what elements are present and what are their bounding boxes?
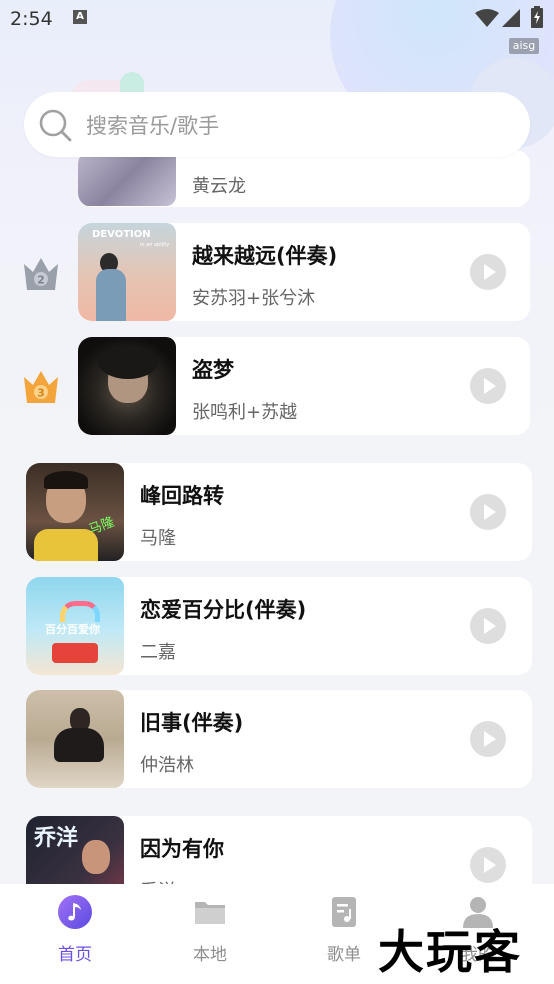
song-card[interactable]: 马隆 峰回路转 马隆 [26,463,532,561]
song-card-rank-2[interactable]: DEVOTION in an ability 越来越远(伴奏) 安苏羽+张兮沐 [78,223,530,321]
cover-text: DEVOTION [92,229,151,240]
song-artist: 张鸣利+苏越 [192,402,298,423]
battery-icon [531,6,543,28]
playlist-icon [332,897,356,927]
song-title: 旧事(伴奏) [140,711,244,735]
watermark-text: 大玩客 [378,925,522,979]
music-note-icon [58,895,92,929]
play-button[interactable] [470,721,506,757]
song-artist: 二嘉 [140,642,176,663]
song-title: 因为有你 [140,837,224,861]
song-card-partial[interactable]: 黄云龙 [78,150,530,207]
search-bar[interactable]: 搜索音乐/歌手 [24,92,530,157]
play-button[interactable] [470,254,506,290]
aisg-badge: aisg [509,38,539,54]
signal-icon [502,9,520,27]
nav-playlist[interactable]: 歌单 [304,890,384,965]
wifi-icon [475,9,499,27]
song-title: 越来越远(伴奏) [192,244,338,268]
rank-3-crown-icon: 3 [24,371,58,403]
song-artist: 马隆 [140,528,176,549]
cover-text: 百分百爱你 [45,623,100,636]
nav-local-label: 本地 [193,945,227,965]
play-button[interactable] [470,847,506,883]
song-artist: 安苏羽+张兮沐 [192,288,316,309]
rank-2-crown-icon: 2 [24,258,58,290]
cover-text: 乔洋 [34,826,79,851]
song-card[interactable]: 百分百爱你 恋爱百分比(伴奏) 二嘉 [26,577,532,675]
song-title: 峰回路转 [140,484,224,508]
song-cover: DEVOTION in an ability [78,223,176,321]
play-button[interactable] [470,494,506,530]
song-artist: 仲浩林 [140,755,194,776]
status-time: 2:54 [10,8,53,30]
song-card[interactable]: 旧事(伴奏) 仲浩林 [26,690,532,788]
song-title: 盗梦 [192,358,234,382]
song-cover [78,337,176,435]
song-cover [26,690,124,788]
search-icon [39,109,72,142]
song-card-rank-3[interactable]: 盗梦 张鸣利+苏越 [78,337,530,435]
nav-playlist-label: 歌单 [327,945,361,965]
nav-home-label: 首页 [58,945,92,965]
search-placeholder: 搜索音乐/歌手 [86,114,220,138]
rank-number: 2 [37,274,45,287]
play-button[interactable] [470,608,506,644]
nav-local[interactable]: 本地 [170,890,250,965]
notification-a-icon: A [73,10,87,24]
status-bar: 2:54 A [0,0,554,38]
song-cover: 百分百爱你 [26,577,124,675]
song-cover: 马隆 [26,463,124,561]
song-artist: 黄云龙 [192,176,246,197]
song-title: 恋爱百分比(伴奏) [140,598,307,622]
nav-home[interactable]: 首页 [35,890,115,965]
cover-text: 马隆 [86,514,117,538]
song-cover [78,150,176,206]
folder-icon [195,902,225,924]
rank-number: 3 [37,387,45,400]
play-button[interactable] [470,368,506,404]
cover-subtext: in an ability [140,242,170,248]
